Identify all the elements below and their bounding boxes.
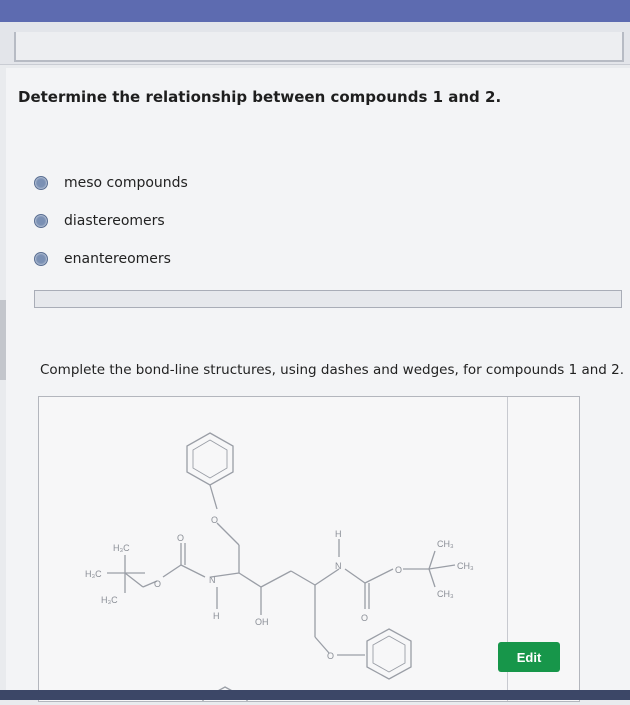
- radio-button[interactable]: [34, 176, 48, 190]
- atom-label-h3c: H₃C: [101, 595, 118, 605]
- atom-label-o: O: [327, 651, 334, 661]
- atom-label-n: N: [335, 561, 342, 571]
- option-label: meso compounds: [64, 175, 188, 191]
- atom-label-h: H: [335, 529, 342, 539]
- question-text: Determine the relationship between compo…: [18, 88, 502, 106]
- atom-label-ch3: CH₃: [457, 561, 474, 571]
- atom-label-h3c: H₃C: [85, 569, 102, 579]
- option-label: diastereomers: [64, 213, 165, 229]
- atom-label-o: O: [211, 515, 218, 525]
- edit-button[interactable]: Edit: [498, 642, 560, 672]
- option-meso-compounds[interactable]: meso compounds: [34, 164, 188, 202]
- radio-button[interactable]: [34, 214, 48, 228]
- atom-label-oh: OH: [255, 617, 269, 627]
- atom-label-h3c: H₃C: [113, 543, 130, 553]
- answer-feedback-box: [34, 290, 622, 308]
- atom-label-o: O: [361, 613, 368, 623]
- radio-button[interactable]: [34, 252, 48, 266]
- answer-options: meso compounds diastereomers enantereome…: [34, 164, 188, 278]
- question-card: Determine the relationship between compo…: [6, 68, 630, 705]
- atom-label-o: O: [177, 533, 184, 543]
- option-enantereomers[interactable]: enantereomers: [34, 240, 188, 278]
- browser-top-bar: [0, 0, 630, 22]
- atom-label-ch3: CH₃: [437, 539, 454, 549]
- bottom-bar: [0, 690, 630, 700]
- structure-instruction: Complete the bond-line structures, using…: [40, 362, 625, 378]
- atom-label-o: O: [154, 579, 161, 589]
- previous-answer-strip: [0, 22, 630, 65]
- atom-label-o: O: [395, 565, 402, 575]
- option-label: enantereomers: [64, 251, 171, 267]
- previous-answer-box: [14, 32, 624, 62]
- atom-label-h: H: [213, 611, 220, 621]
- option-diastereomers[interactable]: diastereomers: [34, 202, 188, 240]
- atom-label-n: N: [209, 575, 216, 585]
- atom-label-ch3: CH₃: [437, 589, 454, 599]
